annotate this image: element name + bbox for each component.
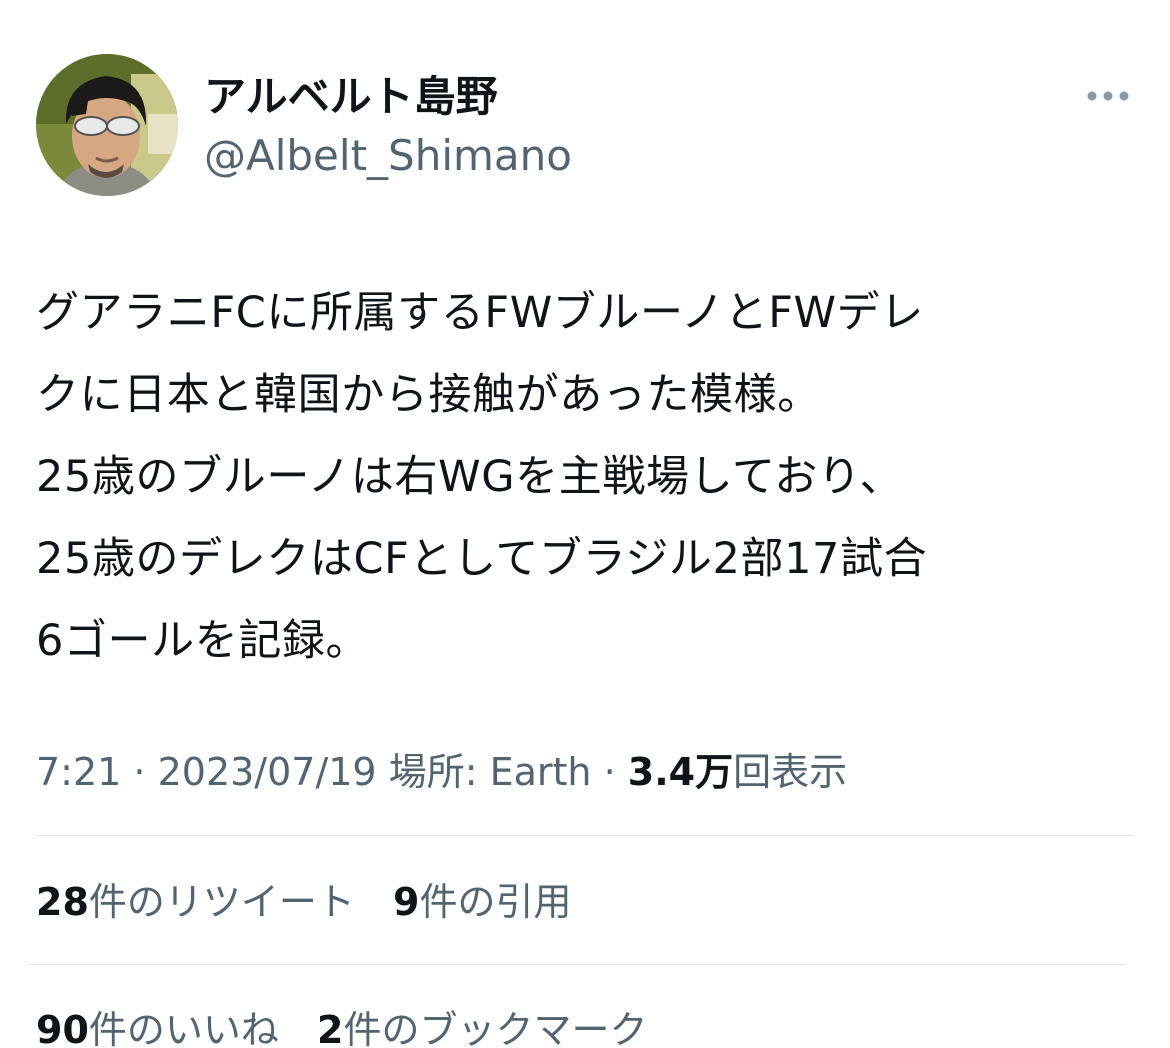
tweet-text: グアラニFCに所属するFWブルーノとFWデレ クに日本と韓国から接触があった模様… [36,272,1126,682]
bookmarks-label: 件のブックマーク [343,1008,648,1048]
engagement-stats-row-2: 90件のいいね 2件のブックマーク [36,1000,647,1048]
bookmarks-stat-link[interactable]: 2件のブックマーク [317,1000,647,1048]
tweet-date[interactable]: 2023/07/19 [158,750,377,794]
quotes-label: 件の引用 [419,880,572,924]
engagement-stats-row-1: 28件のリツイート 9件の引用 [36,872,571,932]
tweet-text-line: 6ゴールを記録。 [36,616,370,666]
retweets-stat-link[interactable]: 28件のリツイート [36,872,355,932]
quotes-stat-link[interactable]: 9件の引用 [393,872,571,932]
retweets-count: 28 [36,880,89,924]
divider [28,964,1126,965]
tweet-text-line: グアラニFCに所属するFWブルーノとFWデレ [36,288,924,338]
likes-stat-link[interactable]: 90件のいいね [36,1000,279,1048]
bookmarks-count: 2 [317,1008,344,1048]
tweet-text-line: クに日本と韓国から接触があった模様。 [36,370,821,420]
tweet-metadata: 7:21 · 2023/07/19 場所: Earth · 3.4万回表示 [36,742,847,802]
tweet-text-line: 25歳のデレクはCFとしてブラジル2部17試合 [36,534,928,584]
views-label[interactable]: 回表示 [733,750,847,794]
meta-separator: · [121,750,158,794]
likes-count: 90 [36,1008,89,1048]
likes-label: 件のいいね [88,1008,279,1048]
tweet-detail-page: アルベルト島野 @Albelt_Shimano グアラニFCに所属するFWブルー… [0,0,1170,1048]
meta-separator: · [591,750,628,794]
avatar[interactable] [36,54,178,196]
display-name[interactable]: アルベルト島野 [204,70,498,124]
quotes-count: 9 [393,880,420,924]
user-handle[interactable]: @Albelt_Shimano [204,128,572,184]
tweet-text-line: 25歳のブルーノは右WGを主戦場しており、 [36,452,904,502]
more-horizontal-icon [1087,91,1129,101]
tweet-time[interactable]: 7:21 [36,750,121,794]
more-options-button[interactable] [1080,80,1136,112]
tweet-location: 場所: Earth [388,750,592,794]
divider [36,835,1134,836]
retweets-label: 件のリツイート [88,880,355,924]
views-count[interactable]: 3.4万 [628,750,733,794]
profile-photo [36,54,178,196]
